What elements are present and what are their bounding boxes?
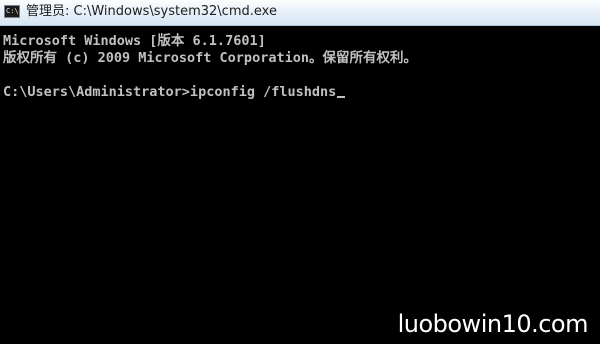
watermark: luobowin10.com [397,310,589,338]
prompt-command-text: C:\Users\Administrator>ipconfig /flushdn… [3,84,337,100]
console-area[interactable]: Microsoft Windows [版本 6.1.7601] 版权所有 (c)… [0,26,600,344]
window-title: 管理员: C:\Windows\system32\cmd.exe [26,4,277,19]
console-line-prompt[interactable]: C:\Users\Administrator>ipconfig /flushdn… [3,84,346,101]
console-line-copyright: 版权所有 (c) 2009 Microsoft Corporation。保留所有… [3,50,417,66]
cmd-icon[interactable]: C:\ [4,5,20,18]
text-cursor [337,96,346,98]
console-line-version: Microsoft Windows [版本 6.1.7601] [3,33,266,49]
cmd-window: C:\ 管理员: C:\Windows\system32\cmd.exe Mic… [0,0,600,344]
title-bar[interactable]: C:\ 管理员: C:\Windows\system32\cmd.exe [0,0,600,26]
